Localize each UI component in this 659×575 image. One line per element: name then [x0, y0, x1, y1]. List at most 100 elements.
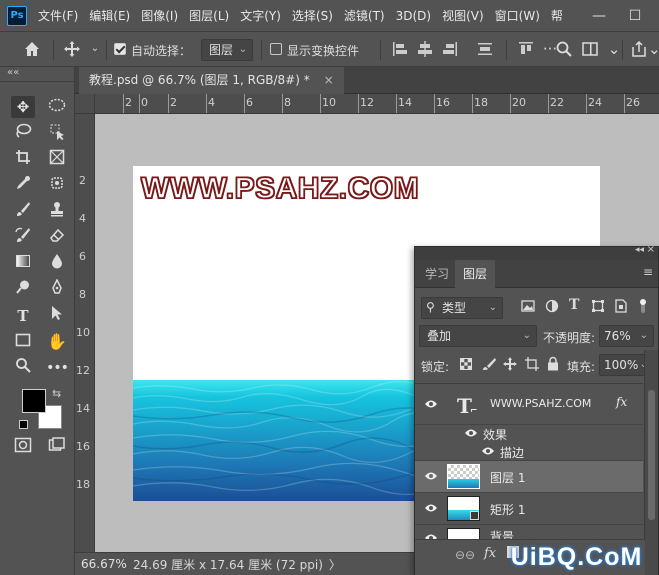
restore-button[interactable]: ☐ [620, 0, 650, 31]
auto-select-checkbox[interactable] [114, 43, 126, 55]
menu-window[interactable]: 窗口(W) [495, 7, 540, 24]
pen-tool-icon[interactable] [45, 278, 69, 301]
ruler-tick: 6 [246, 96, 253, 109]
watermark-logo: UiBQ.CoM [510, 542, 643, 571]
filter-smart-object-icon[interactable] [614, 299, 628, 313]
quick-mask-icon[interactable] [11, 437, 35, 459]
stamp-tool-icon[interactable] [45, 201, 69, 223]
chevron-down-icon[interactable]: ⌄ [605, 40, 623, 58]
tab-layers[interactable]: 图层 [455, 260, 496, 288]
auto-select-target-dropdown[interactable]: 图层 ⌄ [201, 39, 253, 61]
menu-file[interactable]: 文件(F) [38, 7, 78, 24]
collapse-panel-icon[interactable]: ◂◂ [635, 245, 644, 255]
menu-image[interactable]: 图像(I) [141, 7, 178, 24]
layer-row-text[interactable]: T ⌐ WWW.PSAHZ.COM fx [415, 385, 643, 425]
zoom-tool-icon[interactable] [11, 357, 35, 379]
move-tool-icon[interactable] [63, 40, 81, 58]
layer-fx-badge[interactable]: fx [616, 395, 627, 409]
brush-tool-icon[interactable] [11, 201, 35, 223]
layer-row-selected[interactable]: 图层 1 [415, 461, 643, 493]
lock-transparency-icon[interactable] [460, 358, 472, 370]
panel-menu-icon[interactable]: ≡ [643, 265, 653, 279]
menu-type[interactable]: 文字(Y) [240, 7, 281, 24]
blend-mode-dropdown[interactable]: 叠加 ⌄ [419, 325, 537, 347]
workspace-icon[interactable] [581, 40, 599, 58]
spot-heal-tool-icon[interactable] [45, 175, 69, 197]
blur-tool-icon[interactable] [45, 253, 69, 275]
lock-position-icon[interactable] [503, 357, 517, 371]
path-select-tool-icon[interactable] [45, 305, 69, 327]
frame-tool-icon[interactable] [45, 149, 69, 171]
opacity-input[interactable]: 76% ⌄ [599, 325, 654, 347]
quick-select-tool-icon[interactable] [45, 123, 69, 145]
align-center-h-icon[interactable] [416, 40, 434, 58]
close-panel-icon[interactable]: × [647, 244, 655, 255]
document-tab[interactable]: 教程.psd @ 66.7% (图层 1, RGB/8#) * × [79, 67, 344, 94]
menu-view[interactable]: 视图(V) [442, 7, 484, 24]
eraser-tool-icon[interactable] [45, 227, 69, 249]
layer-row-shape[interactable]: 矩形 1 [415, 493, 643, 525]
minimize-button[interactable]: — [584, 0, 614, 31]
layer-stroke-effect-row[interactable]: 描边 [415, 443, 643, 461]
hand-tool-icon[interactable]: ✋ [45, 331, 69, 353]
filter-shape-icon[interactable] [591, 299, 605, 313]
panel-tabs: 学习 图层 ≡ [415, 260, 658, 288]
type-tool-icon[interactable]: T [11, 305, 35, 327]
align-right-icon[interactable] [441, 40, 459, 58]
menu-layer[interactable]: 图层(L) [189, 7, 229, 24]
filter-pixel-icon[interactable] [521, 299, 535, 313]
filter-adjustment-icon[interactable] [545, 299, 559, 313]
menu-help[interactable]: 帮 [551, 7, 563, 24]
lock-pixels-icon[interactable] [482, 357, 496, 371]
foreground-color-swatch[interactable] [22, 389, 46, 413]
menu-3d[interactable]: 3D(D) [396, 9, 431, 23]
history-brush-tool-icon[interactable] [11, 227, 35, 249]
marquee-tool-icon[interactable] [45, 96, 69, 118]
layer-row-background[interactable]: 背景 [415, 525, 643, 539]
filter-type-icon[interactable]: T [569, 297, 583, 313]
chevron-down-icon[interactable]: ⌄ [86, 40, 104, 58]
home-icon[interactable] [23, 40, 41, 58]
filter-toggle-icon[interactable] [639, 297, 647, 315]
default-colors-icon[interactable] [19, 420, 28, 429]
layer-filter-dropdown[interactable]: ⚲ 类型 ⌄ [421, 297, 503, 319]
more-tools-icon[interactable]: ••• [45, 357, 69, 379]
lock-artboard-icon[interactable] [525, 357, 539, 371]
menu-select[interactable]: 选择(S) [292, 7, 333, 24]
layer-effects-row[interactable]: 效果 [415, 425, 643, 443]
link-layers-icon[interactable]: ⊖⊖ [455, 548, 475, 562]
collapse-toolbar-icon[interactable]: «« [7, 67, 19, 78]
rectangle-tool-icon[interactable] [11, 331, 35, 353]
lock-all-icon[interactable] [546, 356, 560, 371]
menu-edit[interactable]: 编辑(E) [89, 7, 130, 24]
visibility-eye-icon[interactable] [423, 471, 439, 483]
search-icon[interactable] [555, 40, 573, 58]
distribute-icon[interactable] [476, 40, 494, 58]
lasso-tool-icon[interactable] [11, 123, 35, 145]
fill-label: 填充: [567, 360, 596, 374]
zoom-level[interactable]: 66.67% [81, 557, 129, 571]
eyedropper-tool-icon[interactable] [11, 175, 35, 197]
dodge-tool-icon[interactable] [11, 279, 35, 301]
crop-tool-icon[interactable] [11, 149, 35, 171]
more-options-icon[interactable]: ⌄ [648, 40, 659, 58]
show-transform-checkbox[interactable] [270, 43, 282, 55]
gradient-tool-icon[interactable] [11, 253, 35, 275]
visibility-eye-icon[interactable] [463, 428, 479, 440]
tab-learn[interactable]: 学习 [417, 260, 457, 288]
visibility-eye-icon[interactable] [423, 399, 439, 411]
align-top-icon[interactable] [517, 40, 535, 58]
screen-mode-icon[interactable] [45, 437, 69, 459]
menu-filter[interactable]: 滤镜(T) [344, 7, 385, 24]
share-icon[interactable] [630, 40, 648, 58]
visibility-eye-icon[interactable] [480, 446, 496, 458]
move-tool-icon[interactable]: ✥ [11, 96, 35, 118]
status-menu-icon[interactable]: 〉 [329, 556, 341, 573]
align-left-icon[interactable] [391, 40, 409, 58]
ruler-tick: 26 [626, 96, 640, 109]
close-tab-icon[interactable]: × [324, 73, 334, 87]
visibility-eye-icon[interactable] [423, 503, 439, 515]
scrollbar-thumb[interactable] [648, 390, 655, 520]
document-size: 24.69 厘米 x 17.64 厘米 (72 ppi) [133, 557, 323, 572]
swap-colors-icon[interactable]: ⇆ [52, 387, 61, 400]
